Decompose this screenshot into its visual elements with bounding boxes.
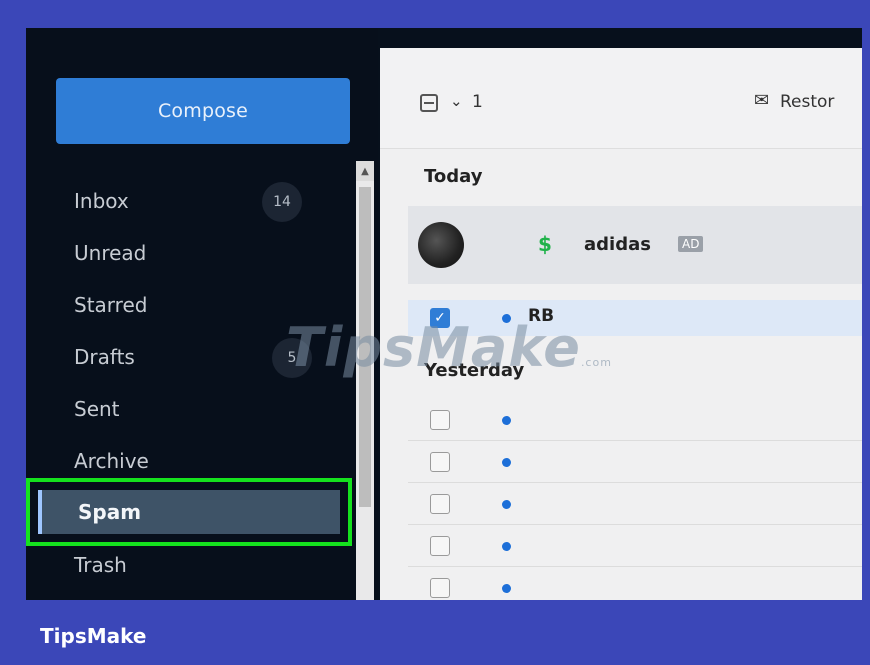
unread-dot	[502, 584, 511, 593]
list-item[interactable]	[408, 442, 862, 482]
message-checkbox[interactable]	[430, 578, 450, 598]
row-divider	[408, 440, 862, 441]
sidebar-item-trash[interactable]: Trash	[74, 550, 127, 580]
list-item[interactable]	[408, 400, 862, 440]
sender-name: adidas	[584, 234, 651, 255]
row-divider	[408, 524, 862, 525]
ad-message-row[interactable]: $ adidas AD	[408, 206, 862, 284]
sidebar-item-drafts[interactable]: Drafts	[74, 342, 135, 372]
toolbar: ⌄ 1 ✉ Restor	[380, 48, 862, 149]
message-checkbox[interactable]	[430, 536, 450, 556]
select-all-checkbox[interactable]	[420, 94, 438, 112]
message-checkbox[interactable]	[430, 494, 450, 514]
compose-button[interactable]: Compose	[56, 78, 350, 144]
sidebar-item-inbox[interactable]: Inbox	[74, 186, 129, 216]
spam-highlight-box: Spam	[26, 478, 352, 546]
today-header: Today	[424, 166, 483, 187]
chevron-down-icon[interactable]: ⌄	[450, 92, 463, 110]
scroll-up-icon[interactable]: ▲	[356, 161, 374, 181]
unread-dot	[502, 458, 511, 467]
selected-indicator	[38, 490, 42, 534]
unread-dot	[502, 416, 511, 425]
message-checkbox[interactable]	[430, 410, 450, 430]
list-item[interactable]	[408, 526, 862, 566]
dollar-icon: $	[538, 232, 552, 256]
list-item[interactable]	[408, 484, 862, 524]
sidebar-item-label: Starred	[74, 293, 148, 317]
sidebar-item-unread[interactable]: Unread	[74, 238, 146, 268]
mail-app-window: Compose Inbox 14 Unread Starred Drafts 5…	[26, 28, 862, 600]
row-divider	[408, 482, 862, 483]
sidebar-item-starred[interactable]: Starred	[74, 290, 147, 320]
row-divider	[408, 566, 862, 567]
sidebar-item-label: Drafts	[74, 345, 135, 369]
sidebar-item-label: Unread	[74, 241, 147, 265]
avatar	[418, 222, 464, 268]
selected-count: 1	[472, 92, 483, 112]
message-checkbox[interactable]	[430, 452, 450, 472]
sidebar-item-archive[interactable]: Archive	[74, 446, 149, 476]
unread-dot	[502, 542, 511, 551]
restore-icon[interactable]: ✉	[754, 90, 769, 111]
sidebar-item-label: Sent	[74, 397, 120, 421]
sidebar-scrollbar[interactable]: ▲	[356, 161, 374, 600]
sidebar-item-label: Trash	[74, 553, 127, 577]
sidebar-item-label: Archive	[74, 449, 149, 473]
sidebar: Compose Inbox 14 Unread Starred Drafts 5…	[26, 28, 378, 600]
inbox-count-badge: 14	[262, 182, 302, 222]
list-item[interactable]	[408, 568, 862, 600]
unread-dot	[502, 500, 511, 509]
sidebar-item-spam[interactable]: Spam	[38, 490, 340, 534]
restore-button[interactable]: Restor	[780, 92, 834, 112]
sidebar-item-label: Inbox	[74, 189, 129, 213]
sidebar-item-sent[interactable]: Sent	[74, 394, 120, 424]
ad-badge: AD	[678, 236, 704, 252]
watermark-logo: TipsMake.com	[286, 316, 612, 379]
footer-brand: TipsMake	[40, 624, 147, 648]
sidebar-item-label: Spam	[78, 500, 142, 524]
